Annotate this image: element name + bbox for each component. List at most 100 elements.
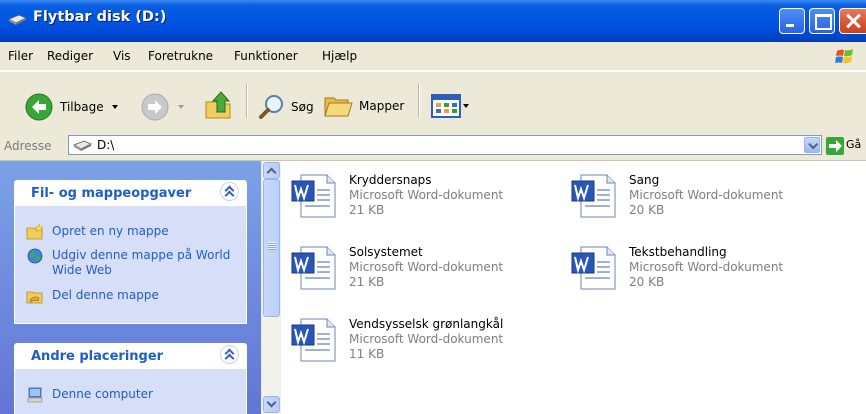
file-size: 20 KB	[629, 203, 665, 217]
file-details: Kryddersnaps Microsoft Word-dokument 21 …	[349, 173, 503, 218]
collapse-chevron-icon[interactable]	[220, 345, 239, 364]
task-share-folder[interactable]: Del denne mappe	[26, 288, 232, 304]
go-arrow-icon[interactable]	[826, 137, 844, 155]
file-details: Sang Microsoft Word-dokument 20 KB	[629, 173, 783, 218]
forward-dropdown-icon[interactable]	[178, 105, 184, 109]
word-document-icon	[291, 318, 336, 362]
file-type: Microsoft Word-dokument	[629, 188, 784, 202]
file-details: Solsystemet Microsoft Word-dokument 21 K…	[349, 245, 503, 290]
explorer-window: Flytbar disk (D:) Filer Rediger Vis Fore…	[0, 0, 866, 414]
file-size: 21 KB	[349, 275, 385, 289]
file-tile[interactable]: Solsystemet Microsoft Word-dokument 21 K…	[291, 245, 503, 291]
standard-toolbar: Tilbage Søg Mapper	[0, 71, 866, 134]
task-pane: Fil- og mappeopgaver Opret en ny mappe U…	[0, 161, 261, 414]
menu-tools[interactable]: Funktioner	[234, 49, 298, 63]
scroll-down-button[interactable]	[263, 396, 280, 413]
folders-label: Mapper	[359, 99, 405, 113]
menu-favorites[interactable]: Foretrukne	[148, 49, 213, 63]
search-button[interactable]: Søg	[257, 92, 314, 122]
back-arrow-icon	[25, 93, 53, 121]
forward-arrow-icon	[141, 93, 169, 121]
address-value: D:\	[97, 138, 115, 152]
collapse-chevron-icon[interactable]	[220, 182, 239, 201]
close-button[interactable]	[839, 8, 866, 34]
window-title: Flytbar disk (D:)	[33, 9, 167, 25]
file-name: Kryddersnaps	[349, 173, 432, 187]
other-places-body: Denne computer	[14, 369, 247, 414]
word-document-icon	[571, 246, 616, 290]
file-folder-tasks-title: Fil- og mappeopgaver	[31, 186, 192, 201]
file-size: 21 KB	[349, 203, 385, 217]
task-share-folder-label: Del denne mappe	[52, 288, 159, 302]
address-label: Adresse	[4, 139, 52, 153]
vertical-scrollbar[interactable]	[261, 161, 281, 414]
file-name: Sang	[629, 173, 660, 187]
file-list-pane: Kryddersnaps Microsoft Word-dokument 21 …	[261, 161, 866, 414]
word-document-icon	[291, 174, 336, 218]
address-bar: Adresse D:\ Gå	[0, 133, 866, 161]
file-name: Solsystemet	[349, 245, 423, 259]
task-publish-web[interactable]: Udgiv denne mappe på World Wide Web	[26, 248, 232, 278]
back-button[interactable]: Tilbage	[24, 92, 118, 122]
my-computer-icon	[27, 387, 43, 403]
folders-button[interactable]: Mapper	[323, 92, 404, 120]
file-size: 11 KB	[349, 347, 385, 361]
back-dropdown-icon[interactable]	[111, 105, 118, 109]
scrollbar-thumb[interactable]	[263, 179, 280, 317]
removable-drive-icon	[73, 140, 92, 151]
back-label: Tilbage	[60, 100, 104, 114]
word-document-icon	[571, 174, 616, 218]
file-type: Microsoft Word-dokument	[349, 188, 504, 202]
file-details: Tekstbehandling Microsoft Word-dokument …	[629, 245, 783, 290]
toolbar-separator	[418, 84, 420, 118]
menu-file[interactable]: Filer	[8, 49, 33, 63]
file-type: Microsoft Word-dokument	[349, 260, 504, 274]
word-document-icon	[291, 246, 336, 290]
address-input[interactable]: D:\	[68, 135, 822, 155]
file-tile[interactable]: Tekstbehandling Microsoft Word-dokument …	[571, 245, 783, 291]
menu-bar: Filer Rediger Vis Foretrukne Funktioner …	[0, 42, 866, 71]
file-tile[interactable]: Sang Microsoft Word-dokument 20 KB	[571, 173, 783, 219]
search-label: Søg	[291, 100, 314, 114]
publish-web-icon	[27, 248, 43, 264]
place-my-computer-label: Denne computer	[52, 387, 153, 401]
file-folder-tasks-body: Opret en ny mappe Udgiv denne mappe på W…	[14, 206, 247, 324]
file-folder-tasks-header[interactable]: Fil- og mappeopgaver	[14, 180, 247, 206]
file-details: Vendsysselsk grønlangkål Microsoft Word-…	[349, 317, 503, 362]
other-places-header[interactable]: Andre placeringer	[14, 343, 247, 369]
search-icon	[259, 95, 283, 119]
file-tile[interactable]: Vendsysselsk grønlangkål Microsoft Word-…	[291, 317, 503, 363]
address-dropdown-button[interactable]	[804, 137, 820, 153]
place-my-computer[interactable]: Denne computer	[26, 387, 232, 403]
views-dropdown-icon[interactable]	[463, 104, 469, 108]
go-label[interactable]: Gå	[846, 138, 861, 151]
removable-drive-icon	[8, 14, 27, 25]
share-folder-icon	[26, 291, 43, 304]
views-icon	[431, 94, 461, 118]
up-folder-icon	[205, 91, 231, 119]
file-size: 20 KB	[629, 275, 665, 289]
task-new-folder-label: Opret en ny mappe	[52, 224, 169, 238]
other-places-title: Andre placeringer	[31, 349, 164, 364]
windows-logo-icon	[835, 49, 853, 64]
task-new-folder[interactable]: Opret en ny mappe	[26, 224, 232, 240]
file-name: Tekstbehandling	[629, 245, 727, 259]
menu-view[interactable]: Vis	[113, 49, 131, 63]
maximize-button[interactable]	[809, 8, 835, 34]
file-type: Microsoft Word-dokument	[349, 332, 504, 346]
new-folder-icon	[26, 224, 44, 240]
menu-edit[interactable]: Rediger	[47, 49, 93, 63]
views-button[interactable]	[431, 94, 469, 118]
up-folder-button[interactable]	[203, 90, 235, 122]
toolbar-separator	[246, 84, 248, 118]
minimize-button[interactable]	[779, 8, 805, 34]
menu-help[interactable]: Hjælp	[322, 49, 357, 63]
file-type: Microsoft Word-dokument	[629, 260, 784, 274]
file-tile[interactable]: Kryddersnaps Microsoft Word-dokument 21 …	[291, 173, 503, 219]
folders-icon	[324, 97, 353, 117]
title-bar[interactable]: Flytbar disk (D:)	[0, 0, 866, 42]
task-publish-web-label: Udgiv denne mappe på World Wide Web	[52, 248, 231, 277]
forward-button[interactable]	[140, 92, 184, 122]
scroll-up-button[interactable]	[263, 162, 280, 179]
file-name: Vendsysselsk grønlangkål	[349, 317, 504, 331]
